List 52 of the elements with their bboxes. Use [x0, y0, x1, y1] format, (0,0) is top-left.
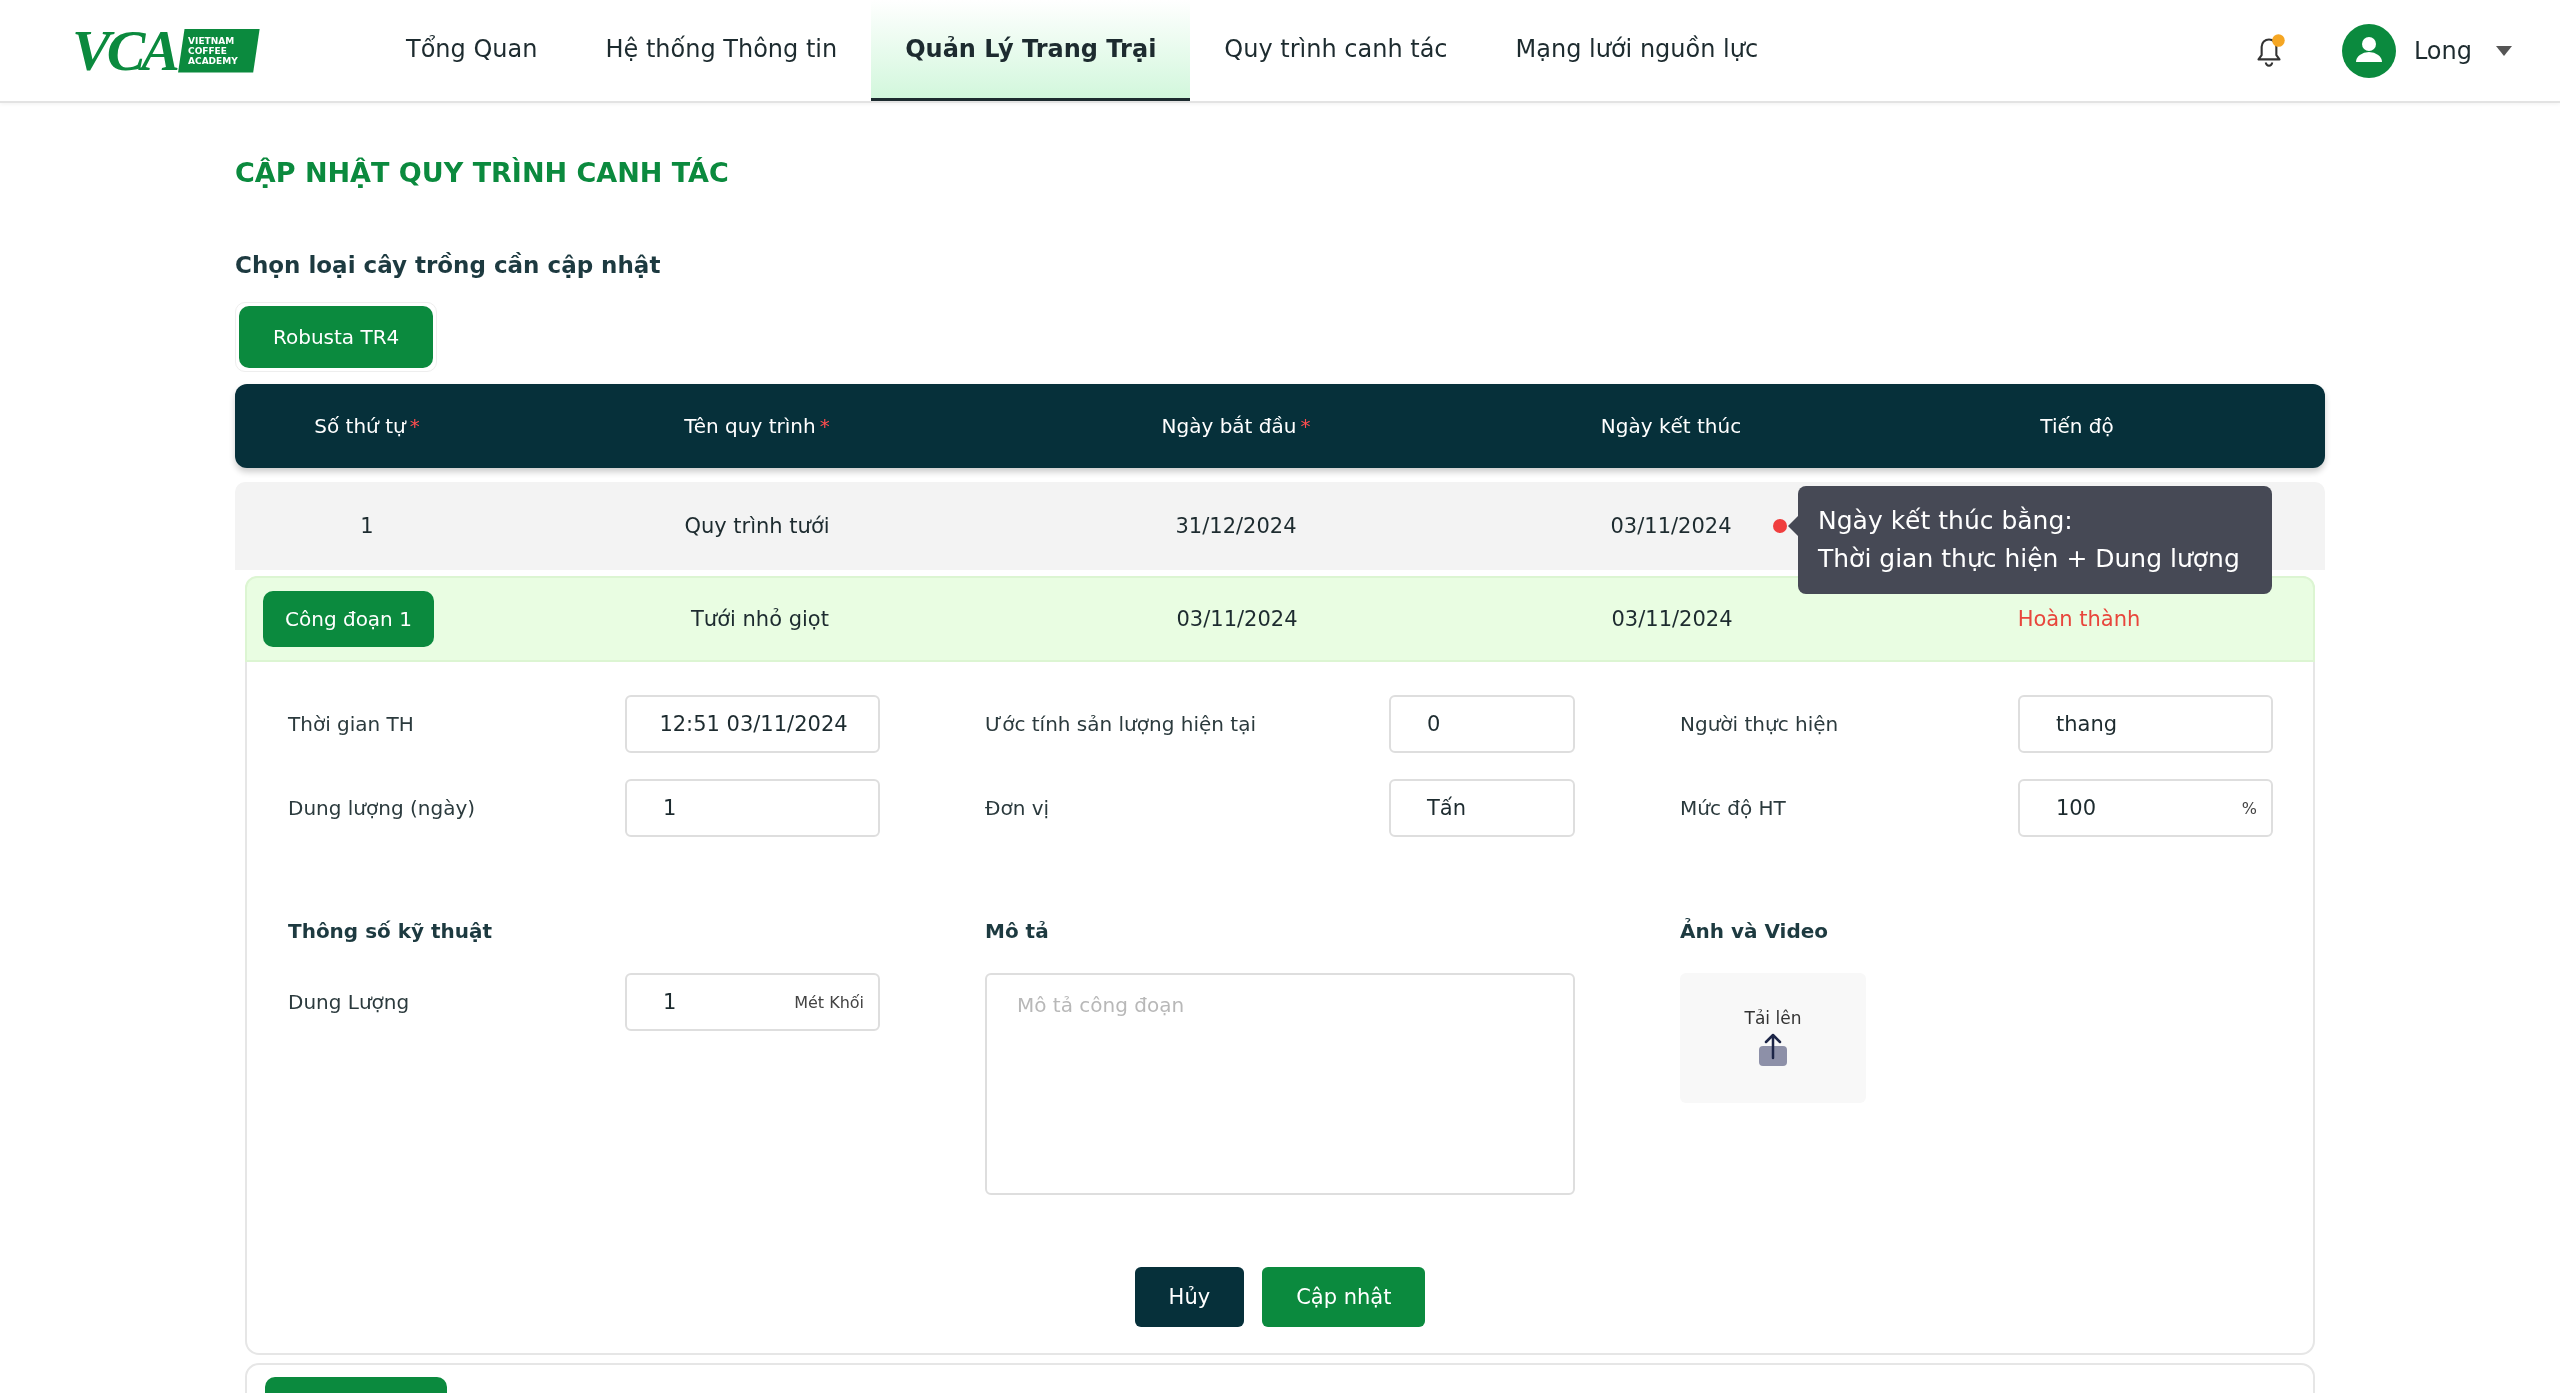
table-cell: 03/11/2024	[1176, 607, 1298, 631]
logo-tagline: VIETNAM COFFEE ACADEMY	[178, 28, 260, 73]
user-name[interactable]: Long	[2413, 36, 2472, 65]
section-heading: Mô tả	[985, 919, 1050, 943]
field-label: Ước tính sản lượng hiện tại	[985, 712, 1257, 736]
required-asterisk: *	[819, 414, 830, 438]
field-label: Dung Lượng	[288, 990, 411, 1014]
nav-tab[interactable]: Tổng Quan	[372, 0, 572, 101]
action-button[interactable]: Hủy	[1134, 1267, 1245, 1327]
nav-tab[interactable]: Hệ thống Thông tin	[571, 0, 872, 101]
section-heading: Thông số kỹ thuật	[288, 919, 494, 943]
unit-text: %	[2241, 798, 2257, 818]
field-label: Đơn vị	[985, 796, 1051, 820]
column-header: Tên quy trình *	[684, 414, 830, 438]
field-label: Mức độ HT	[1680, 796, 1787, 820]
table-cell: 03/11/2024	[1610, 514, 1732, 538]
nav-tab[interactable]: Quy trình canh tác	[1190, 0, 1482, 101]
stage-button[interactable]: Công đoạn 1	[263, 591, 434, 647]
nav-tab[interactable]: Mạng lưới nguồn lực	[1481, 0, 1793, 101]
description-field[interactable]: Mô tả công đoạn	[985, 973, 1575, 1195]
field-label: Thời gian TH	[288, 712, 415, 736]
table-cell: Quy trình tưới	[684, 514, 830, 538]
section-heading: Ảnh và Video	[1680, 919, 1830, 943]
column-header: Ngày bắt đầu *	[1161, 414, 1311, 438]
section-label: Chọn loại cây trồng cần cập nhật	[235, 252, 662, 278]
input-field[interactable]: 12:51 03/11/2024	[625, 695, 880, 753]
input-field[interactable]: 1	[625, 779, 880, 837]
column-header: Số thứ tự *	[314, 414, 420, 438]
field-label: Dung lượng (ngày)	[288, 796, 477, 820]
input-field[interactable]: 100 %	[2018, 779, 2273, 837]
tooltip-text: Ngày kết thúc bằng:	[1818, 505, 2074, 537]
table-cell: 1	[360, 514, 374, 538]
table-cell: 31/12/2024	[1175, 514, 1297, 538]
input-field[interactable]: thang	[2018, 695, 2273, 753]
logo-mark: VCA	[72, 17, 177, 84]
unit-text: Mét Khối	[794, 992, 864, 1012]
upload-area[interactable]: Tải lên	[1680, 973, 1866, 1103]
column-header: Tiến độ	[2040, 414, 2114, 438]
input-field[interactable]: Tấn	[1389, 779, 1575, 837]
input-field[interactable]: 1 Mét Khối	[625, 973, 880, 1031]
table-cell: Tưới nhỏ giọt	[691, 607, 829, 631]
action-button[interactable]: Cập nhật	[1262, 1267, 1426, 1327]
required-asterisk: *	[409, 414, 420, 438]
input-field[interactable]: 0	[1389, 695, 1575, 753]
page-title: CẬP NHẬT QUY TRÌNH CANH TÁC	[235, 157, 730, 188]
table-cell: 03/11/2024	[1611, 607, 1733, 631]
status-text: Hoàn thành	[2017, 607, 2141, 631]
required-asterisk: *	[1300, 414, 1311, 438]
nav-tab[interactable]: Quản Lý Trang Trại	[871, 0, 1191, 101]
column-header: Ngày kết thúc	[1600, 414, 1742, 438]
crop-button[interactable]: Robusta TR4	[239, 306, 434, 368]
field-label: Người thực hiện	[1680, 712, 1840, 736]
